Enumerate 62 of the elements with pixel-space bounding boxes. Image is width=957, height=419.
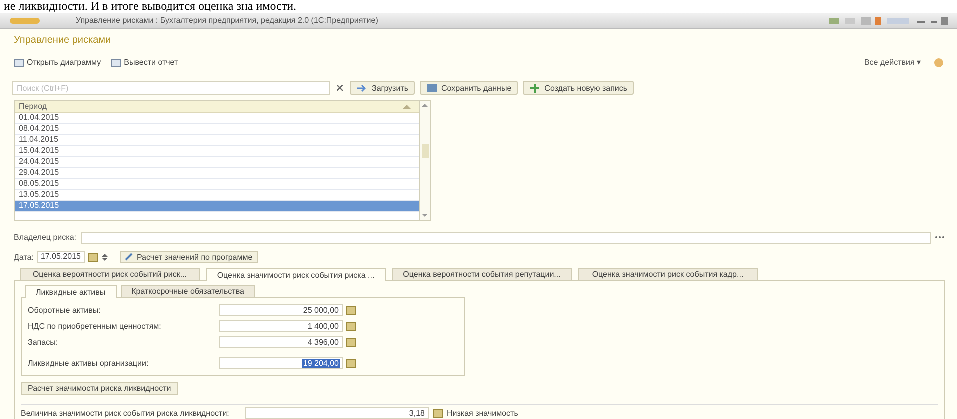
app-logo-icon xyxy=(10,16,40,26)
calc-button[interactable]: Расчет значений по программе xyxy=(120,251,258,264)
date-field[interactable]: 17.05.2015 xyxy=(36,251,85,264)
number-field[interactable]: 4 396,00 xyxy=(219,336,343,348)
tab[interactable]: Краткосрочные обязательства xyxy=(120,285,256,297)
window-controls-icon[interactable] xyxy=(829,16,949,26)
spin-icon[interactable] xyxy=(100,252,109,262)
close-icon xyxy=(337,85,343,92)
owner-field[interactable] xyxy=(80,232,931,244)
tab[interactable]: Оценка вероятности события репутации... xyxy=(392,268,572,280)
tab[interactable]: Оценка вероятности риск событий риск... xyxy=(20,268,200,280)
column-header[interactable]: Период xyxy=(19,102,48,112)
date-label: Дата: xyxy=(14,252,34,262)
plus-icon xyxy=(528,84,541,93)
action-button[interactable]: Создать новую запись xyxy=(522,81,634,96)
arrow-icon xyxy=(356,84,368,93)
field-value: 25 000,00 xyxy=(302,306,340,314)
document-text: ие ликвидности. И в итоге выводится оценка зна имости. xyxy=(4,0,296,13)
tab[interactable]: Оценка значимости риск события кадр... xyxy=(578,268,758,280)
tab[interactable]: Ликвидные активы xyxy=(25,285,117,298)
field-value: 3,18 xyxy=(408,408,426,418)
result-field[interactable]: 3,18 xyxy=(245,407,429,419)
all-actions-menu[interactable]: Все действия ▾ xyxy=(858,57,927,68)
result-label: Величина значимости риск события риска ликвидности: xyxy=(21,408,230,418)
field-label: Ликвидные активы организации: xyxy=(28,358,150,368)
field-value: 4 396,00 xyxy=(306,338,340,346)
field-label: Запасы: xyxy=(28,338,60,346)
number-field[interactable]: 1 400,00 xyxy=(219,320,343,332)
tab[interactable]: Оценка значимости риск события риска ... xyxy=(206,268,386,281)
form-title: Управление рисками xyxy=(14,35,112,46)
search-field[interactable]: Поиск (Ctrl+F) xyxy=(12,81,330,96)
table-row[interactable]: 15.04.2015 xyxy=(15,146,419,158)
scroll-down-icon[interactable] xyxy=(422,212,428,218)
sort-icon[interactable] xyxy=(403,104,411,110)
action-button[interactable]: Сохранить данные xyxy=(420,81,518,96)
table-row[interactable]: 01.04.2015 xyxy=(15,113,419,124)
ellipsis-icon[interactable] xyxy=(935,236,945,240)
field-value: 1 400,00 xyxy=(306,322,340,330)
table-row[interactable]: 08.04.2015 xyxy=(15,124,419,136)
owner-label: Владелец риска: xyxy=(14,233,76,242)
field-label: Оборотные активы: xyxy=(28,306,102,314)
document-icon xyxy=(14,58,24,67)
document-icon xyxy=(111,58,122,67)
clear-search-button[interactable] xyxy=(335,85,345,92)
table-row[interactable]: 24.04.2015 xyxy=(15,157,419,168)
toolbar-button[interactable]: Открыть диаграмму xyxy=(12,58,104,68)
scroll-up-icon[interactable] xyxy=(422,103,428,108)
help-icon[interactable] xyxy=(933,58,945,68)
scrollbar[interactable] xyxy=(420,100,431,221)
table-row[interactable]: 29.04.2015 xyxy=(15,168,419,180)
table-row[interactable]: 08.05.2015 xyxy=(15,179,419,190)
scroll-thumb[interactable] xyxy=(422,144,428,158)
action-button[interactable]: Загрузить xyxy=(350,81,415,96)
number-field[interactable]: 19 204,00 xyxy=(219,357,343,369)
number-field[interactable]: 25 000,00 xyxy=(219,304,343,316)
toolbar-button[interactable]: Вывести отчет xyxy=(109,58,180,68)
result-note: Низкая значимость xyxy=(447,408,518,418)
field-label: НДС по приобретенным ценностям: xyxy=(28,322,162,330)
field-value: 19 204,00 xyxy=(302,358,340,368)
calc-liquidity-button[interactable]: Расчет значимости риска ликвидности xyxy=(21,382,178,395)
window-title: Управление рисками : Бухгалтерия предприятия, редакция 2.0 (1С:Предприятие) xyxy=(76,16,378,26)
table-row[interactable]: 11.04.2015 xyxy=(15,135,419,146)
